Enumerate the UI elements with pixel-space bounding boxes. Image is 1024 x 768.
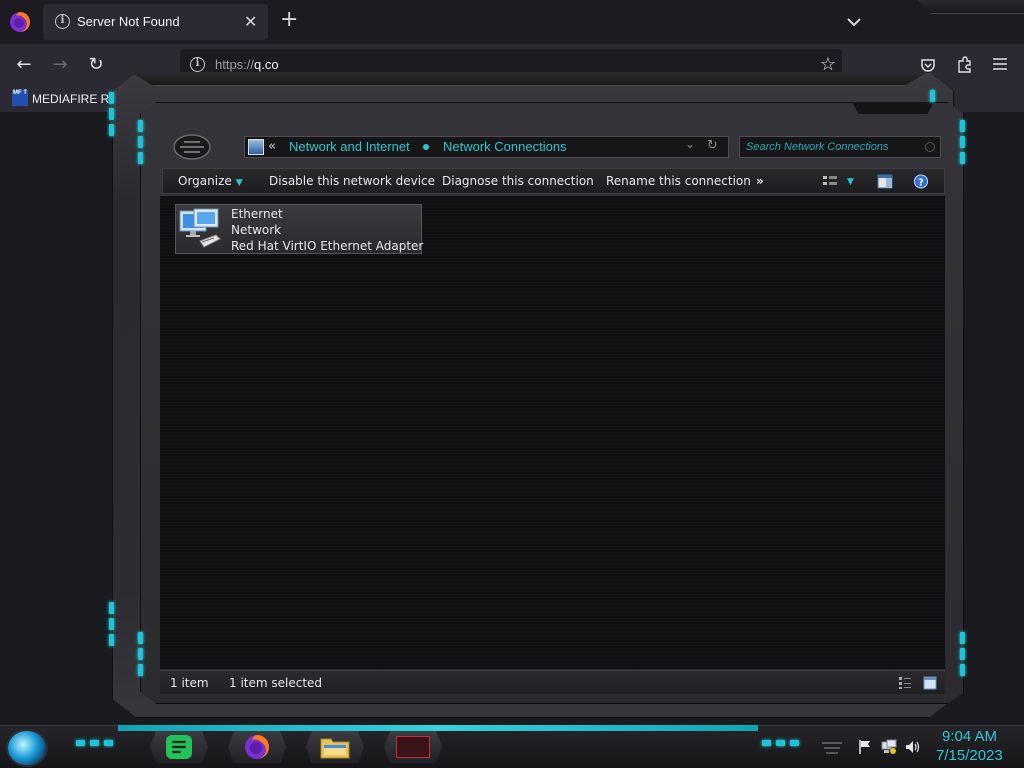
frame-light (109, 108, 114, 120)
frame-light (138, 152, 143, 164)
diagnose-button[interactable]: Diagnose this connection (442, 174, 594, 188)
frame-light (960, 136, 965, 148)
chevron-down-icon[interactable] (844, 12, 864, 32)
view-dropdown-icon[interactable]: ▼ (847, 177, 854, 187)
disable-device-button[interactable]: Disable this network device (269, 174, 435, 188)
reload-button[interactable]: ↻ (84, 53, 108, 77)
search-icon[interactable] (925, 142, 935, 152)
pocket-icon[interactable] (920, 57, 936, 73)
frame-light (960, 120, 965, 132)
action-center-flag-icon[interactable] (857, 739, 873, 755)
mediafire-icon: MF T (12, 90, 28, 106)
chevron-down-icon[interactable]: ⌄ (685, 137, 695, 151)
frame-light (109, 602, 114, 614)
frame-light (960, 632, 965, 644)
organize-button[interactable]: Organize ▼ (178, 174, 243, 188)
frame-light (109, 634, 114, 646)
large-icons-view-icon[interactable] (923, 676, 937, 690)
notes-app-icon (166, 735, 192, 759)
info-icon: i (55, 14, 70, 29)
frame-light (960, 664, 965, 676)
taskbar-light (104, 740, 113, 746)
new-tab-button[interactable]: + (280, 8, 298, 32)
taskbar-light (762, 740, 771, 746)
frame-light (138, 664, 143, 676)
window-frame-ridge-right (852, 102, 934, 114)
help-icon[interactable]: ? (913, 174, 929, 189)
frame-light (138, 648, 143, 660)
details-view-icon[interactable] (898, 676, 912, 690)
folder-icon (320, 738, 350, 759)
forward-button[interactable]: → (48, 53, 72, 77)
frame-light (930, 90, 935, 102)
show-desktop-icon[interactable] (820, 740, 844, 756)
taskbar-notes-app[interactable] (150, 731, 208, 763)
breadcrumb-network-and-internet[interactable]: Network and Internet (289, 139, 410, 154)
browser-tab-bar: i Server Not Found ✕ + (0, 0, 1024, 44)
command-bar: Organize ▼ Disable this network device Di… (162, 168, 945, 194)
close-tab-icon[interactable]: ✕ (244, 12, 257, 31)
list-item[interactable]: Ethernet Network Red Hat VirtIO Ethernet… (175, 204, 424, 254)
rename-button[interactable]: Rename this connection (606, 174, 751, 188)
taskbar-light (776, 740, 785, 746)
frame-light (109, 124, 114, 136)
connection-device: Red Hat VirtIO Ethernet Adapter (231, 239, 424, 253)
preview-pane-icon[interactable] (877, 174, 893, 189)
bookmark-mediafire[interactable]: MEDIAFIRE RO (32, 92, 119, 106)
firefox-icon[interactable] (8, 10, 32, 34)
search-box[interactable]: Search Network Connections (739, 136, 941, 158)
item-count: 1 item (170, 676, 209, 690)
window-thumbnail-icon (396, 736, 430, 758)
more-commands-button[interactable]: » (756, 174, 764, 188)
taskbar-firefox[interactable] (228, 731, 286, 763)
view-options-icon[interactable] (822, 174, 838, 189)
taskbar-light (790, 740, 799, 746)
network-connection-icon (179, 208, 221, 248)
extensions-icon[interactable] (956, 56, 973, 73)
connection-status: Network (231, 223, 282, 237)
status-bar: 1 item 1 item selected (160, 670, 945, 694)
address-bar[interactable]: « Network and Internet Network Connectio… (244, 136, 729, 158)
start-orb-icon[interactable] (6, 729, 48, 767)
file-list[interactable]: Ethernet Network Red Hat VirtIO Ethernet… (160, 196, 945, 669)
frame-light (138, 136, 143, 148)
network-tray-icon[interactable] (881, 739, 897, 755)
taskbar-light (76, 740, 85, 746)
connection-name: Ethernet (231, 207, 283, 221)
frame-light (109, 618, 114, 630)
breadcrumb-network-connections[interactable]: Network Connections (443, 139, 567, 154)
taskbar-network-connections[interactable] (384, 731, 442, 763)
breadcrumb-separator-icon[interactable] (423, 144, 429, 150)
breadcrumb-overflow[interactable]: « (268, 139, 276, 154)
frame-light (138, 632, 143, 644)
decorative-frame (918, 0, 1024, 14)
clock-time[interactable]: 9:04 AM (942, 728, 997, 745)
clock-date[interactable]: 7/15/2023 (936, 747, 1003, 764)
search-placeholder[interactable]: Search Network Connections (746, 141, 888, 153)
frame-light (960, 152, 965, 164)
frame-light (138, 120, 143, 132)
tab-active[interactable]: i Server Not Found ✕ (43, 4, 268, 40)
refresh-icon[interactable]: ↻ (707, 138, 718, 153)
info-icon[interactable]: i (190, 57, 205, 72)
taskbar-file-explorer[interactable] (306, 731, 364, 763)
bookmark-star-icon[interactable]: ☆ (820, 54, 836, 75)
taskbar-light (90, 740, 99, 746)
menu-icon[interactable] (992, 57, 1008, 71)
dropdown-arrow-icon: ▼ (235, 178, 243, 188)
control-panel-icon (248, 139, 264, 155)
back-forward-orb-icon[interactable] (172, 133, 212, 161)
window-frame-ridge (130, 72, 928, 86)
volume-icon[interactable] (905, 739, 921, 755)
taskbar-glow (118, 725, 758, 731)
svg-text:?: ? (918, 177, 923, 188)
url-text[interactable]: https://q.co (215, 57, 279, 72)
back-button[interactable]: ← (12, 53, 36, 77)
firefox-icon (245, 735, 269, 759)
frame-light (109, 92, 114, 104)
selection-count: 1 item selected (229, 676, 323, 690)
tab-title: Server Not Found (77, 14, 180, 29)
frame-light (960, 648, 965, 660)
